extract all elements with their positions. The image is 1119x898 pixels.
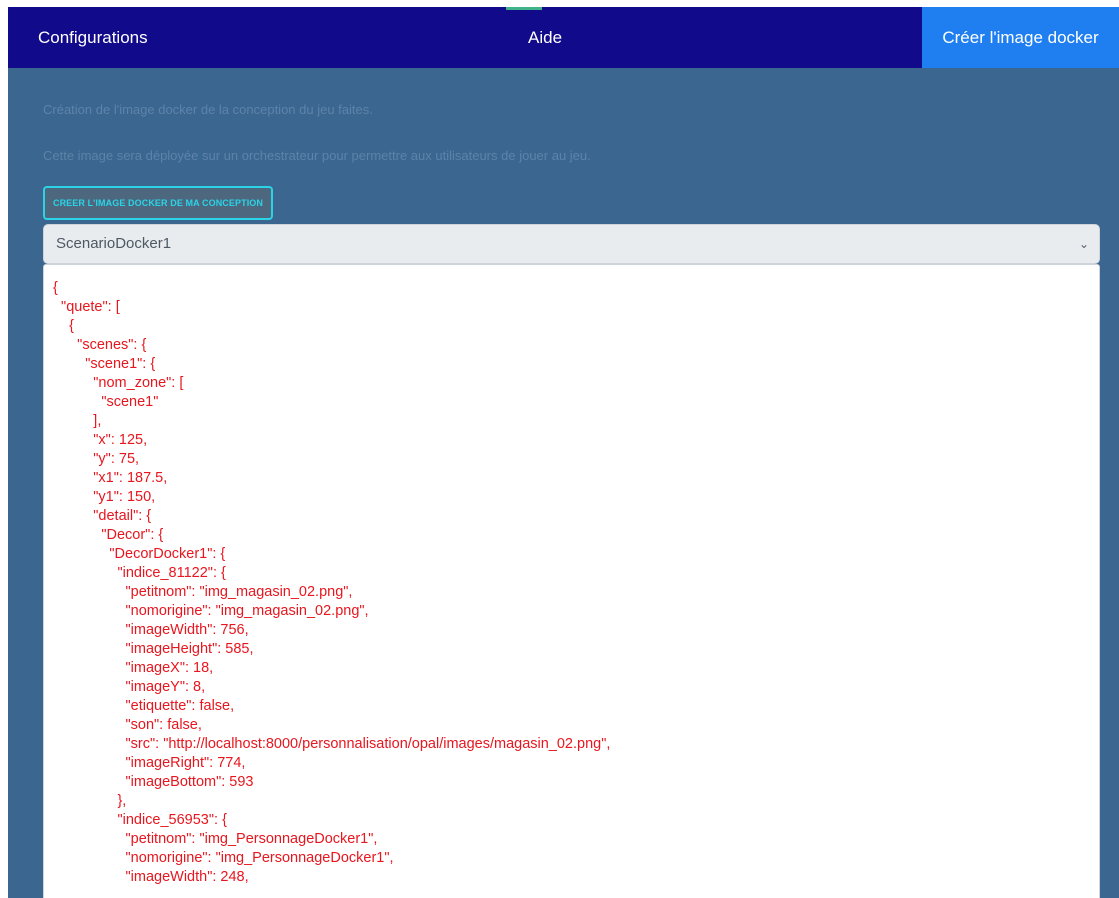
- create-docker-image-button[interactable]: CREER L'IMAGE DOCKER DE MA CONCEPTION: [43, 186, 273, 220]
- nav-aide[interactable]: Aide: [528, 7, 562, 68]
- json-textarea[interactable]: { "quete": [ { "scenes": { "scene1": { "…: [43, 264, 1100, 898]
- scenario-select[interactable]: ScenarioDocker1 ⌄: [43, 224, 1100, 264]
- top-navigation-bar: Configurations Aide Créer l'image docker: [8, 7, 1119, 68]
- nav-configurations[interactable]: Configurations: [38, 7, 148, 68]
- description-line-2: Cette image sera déployée sur un orchest…: [43, 148, 591, 163]
- chevron-down-icon: ⌄: [1078, 237, 1089, 251]
- scenario-select-value: ScenarioDocker1: [56, 235, 172, 252]
- app-window: Configurations Aide Créer l'image docker…: [8, 7, 1119, 898]
- nav-create-docker-image-button[interactable]: Créer l'image docker: [922, 7, 1119, 68]
- json-content: { "quete": [ { "scenes": { "scene1": { "…: [53, 280, 611, 885]
- description-line-1: Création de l'image docker de la concept…: [43, 102, 373, 117]
